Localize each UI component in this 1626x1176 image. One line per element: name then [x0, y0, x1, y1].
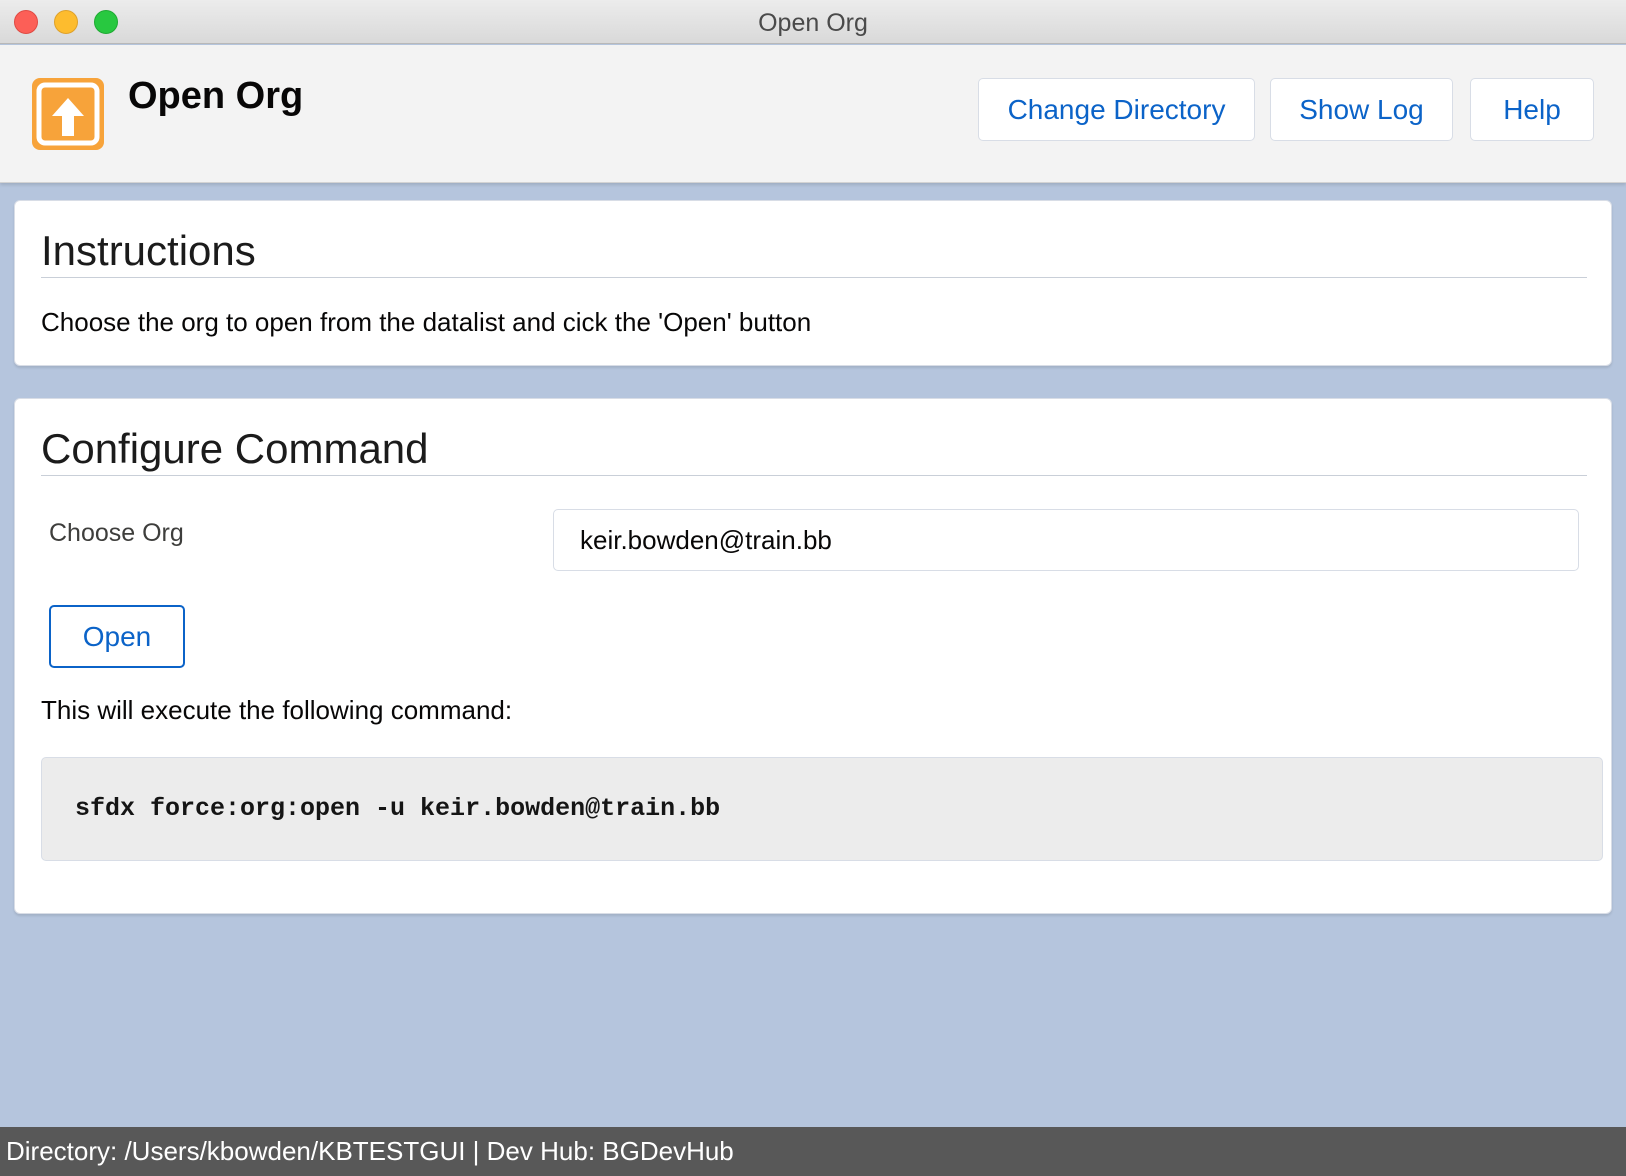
- instructions-text: Choose the org to open from the datalist…: [41, 307, 812, 337]
- window-title: Open Org: [758, 9, 868, 37]
- configure-command-heading: Configure Command: [41, 425, 429, 472]
- help-button[interactable]: Help: [1470, 78, 1594, 141]
- command-text: sfdx force:org:open -u keir.bowden@train…: [75, 794, 721, 823]
- title-bar: Open Org: [0, 0, 1626, 44]
- status-bar: Directory: /Users/kbowden/KBTESTGUI | De…: [0, 1127, 1626, 1176]
- instructions-card: Instructions Choose the org to open from…: [14, 200, 1612, 366]
- execute-description: This will execute the following command:: [41, 695, 513, 725]
- divider: [41, 475, 1587, 476]
- configure-command-card: Configure Command Choose Org Open This w…: [14, 398, 1612, 914]
- upload-arrow-icon: [32, 78, 104, 150]
- show-log-button[interactable]: Show Log: [1270, 78, 1453, 141]
- open-button[interactable]: Open: [49, 605, 185, 668]
- page-header: Open Org Change Directory Show Log Help: [0, 45, 1626, 183]
- page-title: Open Org: [128, 75, 304, 117]
- divider: [41, 277, 1587, 278]
- choose-org-label: Choose Org: [49, 519, 184, 547]
- choose-org-input[interactable]: [553, 509, 1579, 571]
- app-window: Open Org Open Org Change Directory Show …: [0, 0, 1626, 1176]
- change-directory-button[interactable]: Change Directory: [978, 78, 1255, 141]
- command-preview: sfdx force:org:open -u keir.bowden@train…: [41, 757, 1603, 861]
- instructions-heading: Instructions: [41, 227, 256, 274]
